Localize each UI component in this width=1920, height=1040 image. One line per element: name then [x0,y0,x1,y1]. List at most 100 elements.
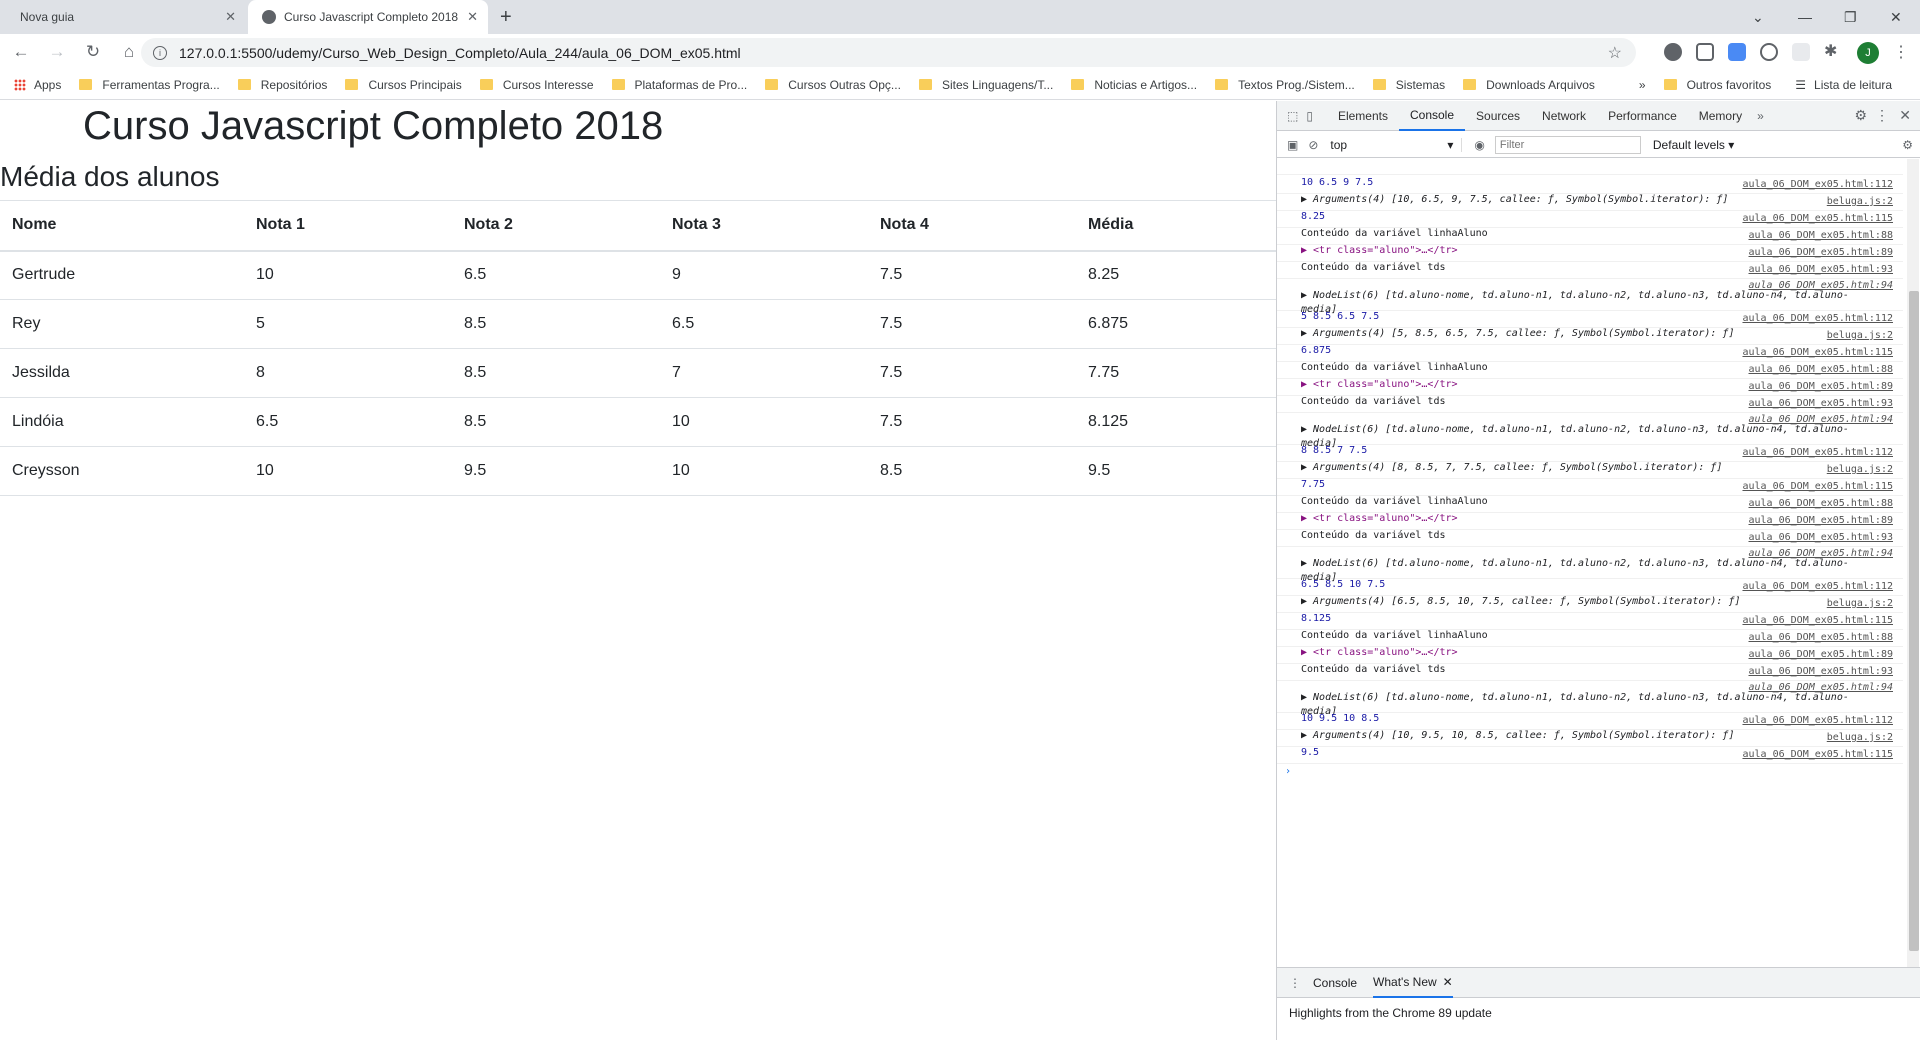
extension-icon[interactable] [1664,43,1682,61]
devtools-tab-console[interactable]: Console [1398,101,1466,131]
extension-screen-icon[interactable] [1696,43,1714,61]
inspect-element-icon[interactable]: ⬚ [1287,109,1298,123]
console-source-link[interactable]: aula_06_DOM_ex05.html:89 [1749,381,1894,392]
console-line[interactable]: 8.25 aula_06_DOM_ex05.html:115 [1277,211,1903,228]
drawer-tab-whats-new[interactable]: What's New ✕ [1373,968,1453,998]
bookmark-item[interactable]: Sistemas [1372,78,1445,92]
avatar[interactable]: J [1857,42,1879,64]
bookmarks-overflow-icon[interactable]: » [1639,78,1646,92]
extension-blank-icon[interactable] [1792,43,1810,61]
console-source-link[interactable]: aula_06_DOM_ex05.html:115 [1742,213,1893,224]
console-source-link[interactable]: aula_06_DOM_ex05.html:115 [1742,347,1893,358]
console-source-link[interactable]: beluga.js:2 [1827,196,1893,207]
log-levels-dropdown[interactable]: Default levels ▾ [1653,138,1734,152]
home-icon[interactable]: ⌂ [114,42,144,62]
console-line[interactable]: 8 8.5 7 7.5 aula_06_DOM_ex05.html:112 [1277,445,1903,462]
console-source-link[interactable]: aula_06_DOM_ex05.html:89 [1749,515,1894,526]
console-line[interactable]: Conteúdo da variável linhaAluno aula_06_D… [1277,496,1903,513]
console-line[interactable]: ▶ <tr class="aluno">…</tr> aula_06_DOM_ex… [1277,647,1903,664]
console-line[interactable]: Conteúdo da variável tds aula_06_DOM_ex05… [1277,664,1903,681]
console-line[interactable]: 8.125 aula_06_DOM_ex05.html:115 [1277,613,1903,630]
console-line[interactable]: 10 9.5 10 8.5 aula_06_DOM_ex05.html:112 [1277,713,1903,730]
console-line[interactable]: Conteúdo da variável linhaAluno aula_06_D… [1277,630,1903,647]
close-icon[interactable]: ✕ [225,9,236,25]
bookmark-item[interactable]: Cursos Principais [345,78,462,92]
console-line[interactable]: ▶ Arguments(4) [6.5, 8.5, 10, 7.5, calle… [1277,596,1903,613]
device-toolbar-icon[interactable]: ▯ [1306,109,1313,123]
bookmark-item[interactable]: Noticias e Artigos... [1071,78,1197,92]
console-source-link[interactable]: aula_06_DOM_ex05.html:115 [1742,749,1893,760]
console-source-link[interactable]: aula_06_DOM_ex05.html:88 [1749,498,1894,509]
close-icon[interactable]: ✕ [467,9,478,25]
console-settings-icon[interactable]: ⚙ [1902,138,1913,152]
console-line[interactable]: Conteúdo da variável linhaAluno aula_06_D… [1277,228,1903,245]
console-line[interactable]: 5 8.5 6.5 7.5 aula_06_DOM_ex05.html:112 [1277,311,1903,328]
console-line[interactable]: ▶ NodeList(6) [td.aluno-nome, td.aluno-n… [1277,279,1903,315]
console-source-link[interactable]: aula_06_DOM_ex05.html:88 [1749,632,1894,643]
console-source-link[interactable]: aula_06_DOM_ex05.html:115 [1742,481,1893,492]
console-line[interactable]: 7.75 aula_06_DOM_ex05.html:115 [1277,479,1903,496]
console-line[interactable]: 9.5 aula_06_DOM_ex05.html:115 [1277,747,1903,764]
tab-search-icon[interactable]: ⌄ [1752,0,1764,34]
bookmark-item[interactable]: Ferramentas Progra... [79,78,220,92]
context-selector[interactable]: top ▾ [1330,137,1463,152]
console-line[interactable]: 10 6.5 9 7.5 aula_06_DOM_ex05.html:112 [1277,177,1903,194]
devtools-tab-elements[interactable]: Elements [1327,101,1399,131]
console-line[interactable]: Conteúdo da variável tds aula_06_DOM_ex05… [1277,530,1903,547]
bookmark-apps[interactable]: Apps [14,78,61,92]
console-line[interactable]: ▶ <tr class="aluno">…</tr> aula_06_DOM_ex… [1277,513,1903,530]
console-line[interactable]: 6.875 aula_06_DOM_ex05.html:115 [1277,345,1903,362]
console-source-link[interactable]: aula_06_DOM_ex05.html:112 [1742,447,1893,458]
more-tabs-icon[interactable]: » [1757,109,1764,123]
reading-list[interactable]: ☰ Lista de leitura [1795,78,1892,92]
menu-dots-icon[interactable]: ⋮ [1893,42,1909,62]
scrollbar-thumb[interactable] [1909,291,1919,951]
console-source-link[interactable]: aula_06_DOM_ex05.html:93 [1749,398,1894,409]
console-line[interactable]: ▶ Arguments(4) [5, 8.5, 6.5, 7.5, callee… [1277,328,1903,345]
console-source-link[interactable]: aula_06_DOM_ex05.html:93 [1749,532,1894,543]
console-source-link[interactable]: aula_06_DOM_ex05.html:89 [1749,247,1894,258]
console-source-link[interactable]: aula_06_DOM_ex05.html:93 [1749,666,1894,677]
minimize-icon[interactable]: — [1798,0,1812,34]
puzzle-icon[interactable]: ✱ [1824,41,1842,60]
console-line[interactable]: ▶ Arguments(4) [10, 6.5, 9, 7.5, callee:… [1277,194,1903,211]
bookmark-item[interactable]: Downloads Arquivos [1463,78,1595,92]
reload-icon[interactable]: ↻ [78,42,108,62]
url-text[interactable]: 127.0.0.1:5500/udemy/Curso_Web_Design_Co… [179,45,741,61]
console-line[interactable]: Conteúdo da variável linhaAluno aula_06_D… [1277,362,1903,379]
console-line[interactable]: ▶ Arguments(4) [8, 8.5, 7, 7.5, callee: … [1277,462,1903,479]
devtools-tab-sources[interactable]: Sources [1465,101,1531,131]
devtools-tab-performance[interactable]: Performance [1597,101,1688,131]
kebab-menu-icon[interactable]: ⋮ [1875,107,1889,124]
back-arrow-icon[interactable]: ← [6,42,36,62]
gear-icon[interactable]: ⚙ [1854,107,1867,124]
star-icon[interactable]: ☆ [1608,43,1622,63]
console-source-link[interactable]: aula_06_DOM_ex05.html:89 [1749,649,1894,660]
console-line[interactable]: ▶ NodeList(6) [td.aluno-nome, td.aluno-n… [1277,547,1903,583]
console-source-link[interactable]: aula_06_DOM_ex05.html:94 [1749,547,1894,561]
console-source-link[interactable]: aula_06_DOM_ex05.html:112 [1742,313,1893,324]
bookmark-item[interactable]: Cursos Interesse [479,78,594,92]
console-source-link[interactable]: beluga.js:2 [1827,330,1893,341]
console-source-link[interactable]: aula_06_DOM_ex05.html:112 [1742,715,1893,726]
eye-icon[interactable]: ◉ [1474,138,1484,152]
info-icon[interactable]: i [153,45,167,60]
console-line[interactable]: ▶ Arguments(4) [10, 9.5, 10, 8.5, callee… [1277,730,1903,747]
bookmark-other[interactable]: Outros favoritos [1663,78,1771,92]
filter-input[interactable] [1494,135,1641,154]
extension-paint-icon[interactable] [1728,43,1746,61]
console-source-link[interactable]: aula_06_DOM_ex05.html:88 [1749,230,1894,241]
bookmark-item[interactable]: Plataformas de Pro... [611,78,747,92]
console-source-link[interactable]: aula_06_DOM_ex05.html:88 [1749,364,1894,375]
tab-nova-guia[interactable]: Nova guia ✕ [8,0,246,34]
console-source-link[interactable]: aula_06_DOM_ex05.html:112 [1742,179,1893,190]
close-devtools-icon[interactable]: ✕ [1899,107,1911,124]
new-tab-plus-icon[interactable]: + [500,6,512,29]
bookmark-item[interactable]: Textos Prog./Sistem... [1215,78,1355,92]
address-bar[interactable]: i 127.0.0.1:5500/udemy/Curso_Web_Design_… [141,38,1636,67]
console-source-link[interactable]: aula_06_DOM_ex05.html:94 [1749,279,1894,293]
console-line[interactable]: ▶ <tr class="aluno">…</tr> aula_06_DOM_ex… [1277,245,1903,262]
bookmark-item[interactable]: Sites Linguagens/T... [918,78,1053,92]
console-prompt[interactable]: › [1277,766,1903,777]
sidebar-toggle-icon[interactable]: ▣ [1287,138,1298,152]
